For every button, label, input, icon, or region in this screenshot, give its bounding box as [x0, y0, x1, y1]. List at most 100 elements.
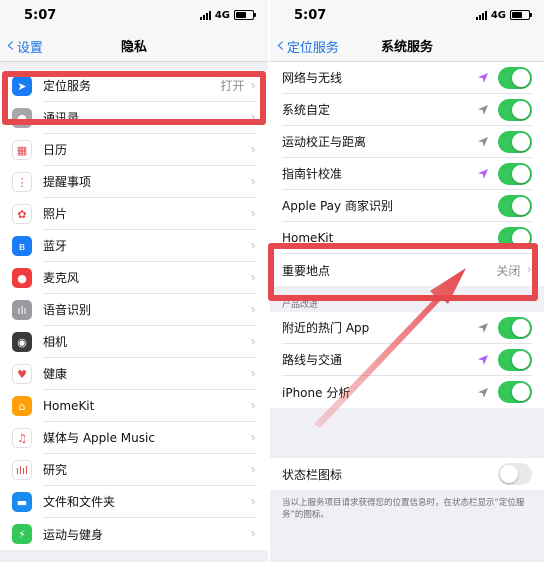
- privacy-item-5[interactable]: ʙ 蓝牙 ›: [0, 230, 268, 262]
- service-toggle[interactable]: [498, 316, 532, 339]
- privacy-item-label: 定位服务: [43, 79, 92, 93]
- service-item-label: Apple Pay 商家识别: [282, 199, 393, 213]
- service-item-2: 运动校正与距离: [270, 126, 544, 158]
- camera-icon: ◉: [12, 332, 32, 352]
- chevron-left-icon: ‹: [276, 33, 285, 58]
- privacy-item-label: 研究: [43, 463, 68, 477]
- privacy-item-3[interactable]: ⋮ 提醒事项 ›: [0, 166, 268, 198]
- privacy-item-10[interactable]: ⌂ HomeKit ›: [0, 390, 268, 422]
- service-item-0: 附近的热门 App: [270, 312, 544, 344]
- privacy-item-0[interactable]: ➤ 定位服务 打开 ›: [0, 70, 268, 102]
- research-icon: ılıl: [12, 460, 32, 480]
- service-item-label: 运动校正与距离: [282, 135, 367, 149]
- system-services-screen: 5:07 4G ‹ 定位服务 系统服务 网络与无线 系统自定 运动校正与距离 指南针校…: [270, 0, 544, 562]
- privacy-item-12[interactable]: ılıl 研究 ›: [0, 454, 268, 486]
- privacy-item-label: 文件和文件夹: [43, 495, 116, 509]
- reminders-icon: ⋮: [12, 172, 32, 192]
- section-header: 产品改进: [282, 300, 319, 310]
- chevron-right-icon: ›: [250, 173, 256, 190]
- service-toggle[interactable]: [498, 66, 532, 89]
- service-item-label: HomeKit: [282, 230, 334, 245]
- service-item-1: 路线与交通: [270, 344, 544, 376]
- privacy-item-6[interactable]: ● 麦克风 ›: [0, 262, 268, 294]
- privacy-item-label: 媒体与 Apple Music: [43, 431, 155, 445]
- service-item-label: 重要地点: [282, 263, 331, 278]
- status-time: 5:07: [294, 7, 327, 23]
- chevron-right-icon: ›: [250, 397, 256, 414]
- privacy-item-4[interactable]: ✿ 照片 ›: [0, 198, 268, 230]
- fitness-icon: ⚡: [12, 524, 32, 544]
- privacy-item-11[interactable]: ♫ 媒体与 Apple Music ›: [0, 422, 268, 454]
- back-button[interactable]: ‹ 设置: [6, 30, 43, 62]
- service-item-value: 关闭: [496, 263, 521, 278]
- privacy-item-1[interactable]: ● 通讯录 ›: [0, 102, 268, 134]
- service-toggle[interactable]: [498, 226, 532, 249]
- chevron-right-icon: ›: [250, 429, 256, 446]
- service-toggle[interactable]: [498, 162, 532, 185]
- privacy-item-label: 运动与健身: [43, 527, 104, 542]
- privacy-list: ➤ 定位服务 打开 › ● 通讯录 › ▦ 日历 › ⋮ 提醒事项 › ✿ 照片 › ʙ 蓝牙 › ● 麦克风 › ılı 语…: [0, 70, 268, 550]
- privacy-item-label: 通讯录: [43, 111, 80, 125]
- privacy-item-label: 健康: [43, 367, 68, 381]
- signal-icon: [475, 10, 487, 20]
- privacy-item-8[interactable]: ◉ 相机 ›: [0, 326, 268, 358]
- status-bar: 5:07 4G: [270, 0, 544, 30]
- back-label: 定位服务: [286, 40, 339, 56]
- location-arrow-icon: [478, 100, 488, 119]
- status-bar-icon-group: 状态栏图标: [270, 458, 544, 490]
- privacy-item-label: 蓝牙: [43, 239, 68, 253]
- service-toggle[interactable]: [498, 381, 532, 403]
- product-improvement-list: 附近的热门 App 路线与交通 iPhone 分析: [270, 312, 544, 408]
- privacy-item-9[interactable]: ♥ 健康 ›: [0, 358, 268, 390]
- privacy-item-14[interactable]: ⚡ 运动与健身 ›: [0, 518, 268, 550]
- back-button[interactable]: ‹ 定位服务: [276, 30, 339, 62]
- privacy-item-13[interactable]: ▬ 文件和文件夹 ›: [0, 486, 268, 518]
- nav-bar: ‹ 定位服务 系统服务: [270, 30, 544, 62]
- system-services-list: 网络与无线 系统自定 运动校正与距离 指南针校准 Apple Pay 商家识别 HomeK…: [270, 62, 544, 286]
- chevron-right-icon: ›: [250, 77, 256, 94]
- status-time: 5:07: [24, 7, 57, 23]
- service-toggle[interactable]: [498, 348, 532, 371]
- status-bar-icon-row: 状态栏图标: [270, 458, 544, 490]
- location-arrow-icon: [478, 132, 488, 151]
- back-label: 设置: [16, 40, 43, 56]
- location-arrow-icon: [478, 318, 488, 337]
- chevron-right-icon: ›: [250, 365, 256, 382]
- service-item-4: Apple Pay 商家识别: [270, 190, 544, 222]
- status-bar-icon-toggle[interactable]: [498, 463, 532, 485]
- speech-recognition-icon: ılı: [12, 300, 32, 320]
- service-item-5: HomeKit: [270, 222, 544, 254]
- service-item-6[interactable]: 重要地点 关闭 ›: [270, 254, 544, 286]
- footer-note: 当以上服务项目请求获得您的位置信息时，在状态栏显示“定位服务”的图标。: [282, 498, 525, 520]
- chevron-right-icon: ›: [250, 205, 256, 222]
- service-toggle[interactable]: [498, 98, 532, 121]
- nav-bar: ‹ 设置 隐私: [0, 30, 268, 62]
- service-item-label: 路线与交通: [282, 353, 343, 367]
- contacts-icon: ●: [12, 108, 32, 128]
- location-arrow-icon: [478, 68, 488, 87]
- location-arrow-icon: [478, 164, 488, 183]
- privacy-screen: 5:07 4G ‹ 设置 隐私 ➤ 定位服务 打开 › ● 通讯录 › ▦ 日历 › ⋮ 提醒事项 › ✿…: [0, 0, 268, 562]
- privacy-item-2[interactable]: ▦ 日历 ›: [0, 134, 268, 166]
- privacy-item-label: 提醒事项: [43, 175, 92, 189]
- battery-icon: [234, 10, 256, 20]
- chevron-right-icon: ›: [250, 493, 256, 510]
- privacy-item-label: 日历: [43, 143, 68, 157]
- folder-icon: ▬: [12, 492, 32, 512]
- battery-icon: [510, 10, 532, 20]
- homekit-icon: ⌂: [12, 396, 32, 416]
- service-item-2: iPhone 分析: [270, 376, 544, 408]
- chevron-right-icon: ›: [250, 109, 256, 126]
- service-toggle[interactable]: [498, 130, 532, 153]
- chevron-right-icon: ›: [250, 269, 256, 286]
- service-toggle[interactable]: [498, 194, 532, 217]
- signal-icon: [199, 10, 211, 20]
- privacy-item-7[interactable]: ılı 语音识别 ›: [0, 294, 268, 326]
- music-icon: ♫: [12, 428, 32, 448]
- photos-icon: ✿: [12, 204, 32, 224]
- service-item-label: iPhone 分析: [282, 385, 351, 400]
- chevron-left-icon: ‹: [6, 33, 15, 58]
- service-item-label: 指南针校准: [282, 167, 343, 181]
- chevron-right-icon: ›: [250, 141, 256, 158]
- privacy-item-label: 照片: [43, 207, 68, 221]
